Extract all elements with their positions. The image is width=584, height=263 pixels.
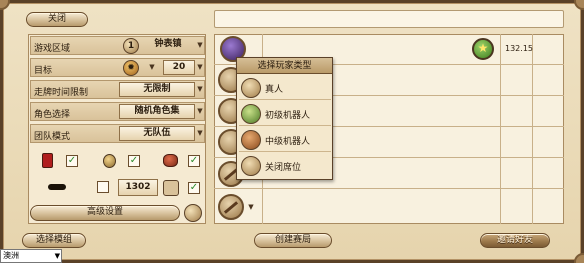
- chevron-down-icon[interactable]: ▼: [195, 82, 205, 97]
- game-area-label: 游戏区域: [34, 44, 71, 54]
- checkbox-spectator[interactable]: [97, 181, 109, 193]
- settings-row-character: 角色选择 随机角色集 ▼: [30, 102, 205, 121]
- player-score: 132.15: [505, 44, 533, 53]
- region-select[interactable]: 澳洲 ▼: [0, 249, 62, 263]
- player-type-menu-title: 选择玩家类型: [237, 58, 332, 74]
- target-value[interactable]: 20: [163, 60, 195, 75]
- settings-row-team-mode: 团队模式 无队伍 ▼: [30, 124, 205, 143]
- star-badge-icon: ★: [472, 38, 494, 60]
- invite-friends-button[interactable]: 邀请好友: [480, 233, 550, 248]
- chevron-down-icon[interactable]: ▼: [195, 104, 205, 119]
- menu-item-human[interactable]: 真人: [239, 76, 331, 100]
- character-select-value[interactable]: 随机角色集: [119, 104, 195, 119]
- chevron-down-icon: ▼: [54, 252, 60, 260]
- card-icon: [42, 153, 53, 168]
- settings-row-time-limit: 走牌时间限制 无限制 ▼: [30, 80, 205, 99]
- menu-item-beginner-bot[interactable]: 初级机器人: [239, 102, 331, 126]
- target-label: 目标: [34, 66, 53, 76]
- menu-item-intermediate-bot[interactable]: 中级机器人: [239, 128, 331, 152]
- time-limit-value[interactable]: 无限制: [119, 82, 195, 97]
- gear-icon: ✹: [123, 60, 139, 76]
- checkbox-option-4[interactable]: ✓: [188, 182, 200, 194]
- settings-row-game-area: 游戏区域 1 钟表镇 ▼: [30, 36, 205, 55]
- menu-item-label: 中级机器人: [265, 137, 311, 147]
- intermediate-bot-icon: [241, 130, 261, 150]
- beginner-bot-icon: [241, 104, 261, 124]
- mask-icon: [48, 184, 66, 190]
- slot-closed-icon[interactable]: [218, 194, 244, 220]
- creature-icon: [163, 154, 178, 167]
- scroll-icon[interactable]: [163, 180, 179, 196]
- team-mode-value[interactable]: 无队伍: [119, 126, 195, 141]
- chevron-down-icon[interactable]: ▼: [195, 126, 205, 141]
- character-select-label: 角色选择: [34, 110, 71, 120]
- checkbox-option-2[interactable]: ✓: [128, 155, 140, 167]
- settings-row-target: 目标 ✹ ▼ 20 ▼: [30, 58, 205, 77]
- chevron-down-icon[interactable]: ▼: [147, 60, 157, 75]
- close-seat-icon: [241, 156, 261, 176]
- menu-item-close-seat[interactable]: 关闭席位: [239, 154, 331, 178]
- chevron-down-icon[interactable]: ▼: [195, 60, 205, 75]
- checkbox-option-1[interactable]: ✓: [66, 155, 78, 167]
- player-slot-row: [214, 189, 564, 220]
- team-mode-label: 团队模式: [34, 132, 71, 142]
- human-icon: [241, 78, 261, 98]
- menu-item-label: 关闭席位: [265, 163, 302, 173]
- game-area-value[interactable]: 钟表镇: [141, 38, 195, 53]
- chat-input-bar[interactable]: [214, 10, 564, 28]
- close-button[interactable]: 关闭: [26, 12, 88, 27]
- menu-item-label: 真人: [265, 85, 284, 95]
- bulb-icon: [103, 154, 116, 168]
- player-count-icon: 1: [123, 38, 139, 54]
- spectator-count: 1302: [118, 179, 158, 196]
- select-mode-button[interactable]: 选择模组: [22, 233, 86, 248]
- menu-item-label: 初级机器人: [265, 111, 311, 121]
- checkbox-option-3[interactable]: ✓: [188, 155, 200, 167]
- time-limit-label: 走牌时间限制: [34, 88, 89, 98]
- chevron-down-icon[interactable]: ▼: [246, 194, 256, 220]
- hero-icon[interactable]: [184, 204, 202, 222]
- chevron-down-icon[interactable]: ▼: [195, 38, 205, 53]
- advanced-settings-button[interactable]: 高级设置: [30, 205, 180, 221]
- create-game-button[interactable]: 创建赛局: [254, 233, 332, 248]
- region-value: 澳洲: [3, 251, 19, 260]
- player-type-menu: 选择玩家类型 真人 初级机器人 中级机器人 关闭席位: [236, 57, 333, 180]
